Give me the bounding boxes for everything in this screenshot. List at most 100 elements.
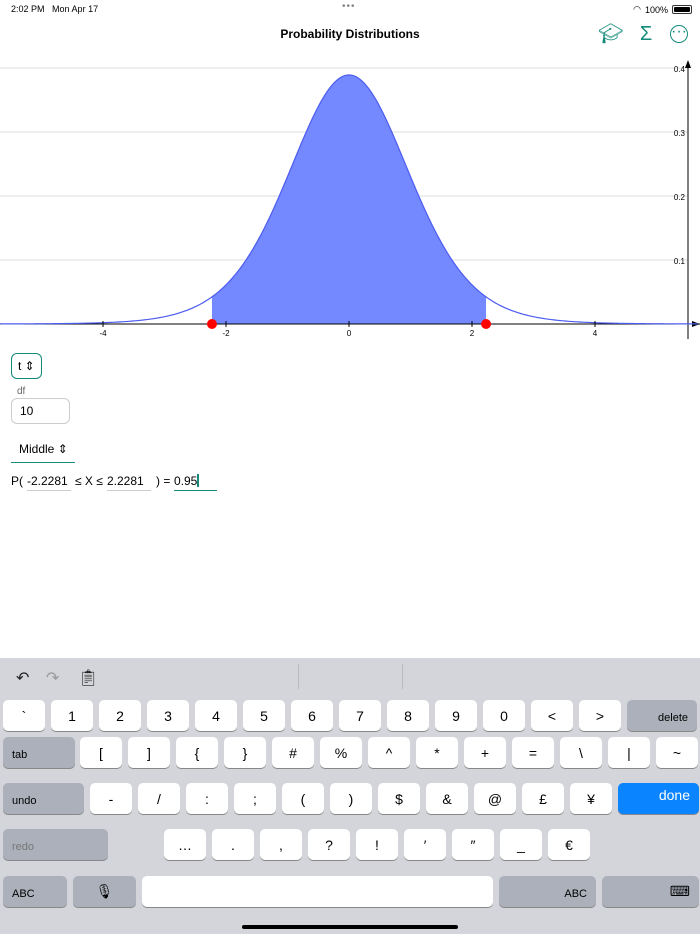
key-10[interactable]: £ bbox=[522, 783, 564, 814]
key-8[interactable]: & bbox=[426, 783, 468, 814]
upper-bound-input[interactable]: 2.2281 bbox=[107, 474, 151, 491]
key-3[interactable]: , bbox=[260, 829, 302, 860]
key-7[interactable]: $ bbox=[378, 783, 420, 814]
bound-handle[interactable] bbox=[481, 319, 492, 329]
probability-input[interactable]: 0.95 bbox=[174, 474, 217, 491]
y-axis-arrow bbox=[685, 60, 691, 68]
df-label: df bbox=[17, 386, 26, 397]
key-3[interactable]: { bbox=[176, 737, 218, 768]
abc-key[interactable]: ABC bbox=[3, 876, 67, 907]
paste-icon[interactable]: 📋︎ bbox=[78, 668, 98, 688]
key-6[interactable]: ′ bbox=[404, 829, 446, 860]
graduation-cap-icon[interactable]: 🎓︎ bbox=[598, 22, 623, 46]
y-tick-label: 0.1 bbox=[674, 257, 686, 266]
key-12[interactable]: | bbox=[608, 737, 650, 768]
key-6[interactable]: ) bbox=[330, 783, 372, 814]
key-9[interactable]: € bbox=[548, 829, 590, 860]
y-tick-label: 0.2 bbox=[674, 193, 686, 202]
key-6[interactable]: % bbox=[320, 737, 362, 768]
undo-icon[interactable]: ↶ bbox=[16, 668, 29, 688]
key-4[interactable]: ? bbox=[308, 829, 350, 860]
key-7[interactable]: 7 bbox=[339, 700, 381, 731]
key-8[interactable]: _ bbox=[500, 829, 542, 860]
abc-key[interactable]: ABC bbox=[499, 876, 596, 907]
redo-icon[interactable]: ↷ bbox=[46, 668, 59, 688]
key-9[interactable]: 9 bbox=[435, 700, 477, 731]
done-key[interactable]: done bbox=[618, 783, 699, 814]
key-11[interactable]: ¥ bbox=[570, 783, 612, 814]
key-5[interactable]: # bbox=[272, 737, 314, 768]
key-7[interactable]: ″ bbox=[452, 829, 494, 860]
key-0[interactable]: ` bbox=[3, 700, 45, 731]
distribution-chart[interactable]: 0.1 0.2 0.3 0.4 -4 -2 0 2 4 bbox=[0, 56, 700, 346]
page-title: Probability Distributions bbox=[280, 27, 420, 41]
bound-handle[interactable] bbox=[206, 319, 217, 329]
redo-key[interactable]: redo bbox=[3, 829, 108, 860]
key-12[interactable]: > bbox=[579, 700, 621, 731]
x-range-text: ≤ X ≤ bbox=[75, 474, 103, 488]
key-11[interactable]: < bbox=[531, 700, 573, 731]
key-3[interactable]: 3 bbox=[147, 700, 189, 731]
x-tick-label: -2 bbox=[222, 329, 230, 338]
battery-icon bbox=[672, 5, 692, 14]
df-input[interactable]: 10 bbox=[11, 398, 70, 424]
distribution-select[interactable]: t ⇕ bbox=[11, 353, 42, 379]
key-7[interactable]: ^ bbox=[368, 737, 410, 768]
y-tick-label: 0.3 bbox=[674, 129, 686, 138]
key-13[interactable]: ~ bbox=[656, 737, 698, 768]
key-1[interactable]: 1 bbox=[51, 700, 93, 731]
undo-key[interactable]: undo bbox=[3, 783, 84, 814]
microphone-icon[interactable]: 🎙 bbox=[73, 876, 136, 907]
key-2[interactable]: 2 bbox=[99, 700, 141, 731]
key-2[interactable]: / bbox=[138, 783, 180, 814]
p-suffix: ) = bbox=[156, 474, 171, 488]
key-4[interactable]: } bbox=[224, 737, 266, 768]
wifi-icon: ◠ bbox=[633, 4, 641, 14]
status-bar: 2:02 PM Mon Apr 17 ••• ◠ 100% bbox=[0, 0, 700, 18]
keyboard: ↶ ↷ 📋︎ ` 1 2 3 4 5 6 7 8 9 0 < > delete tab[]{} #% ^ * + = \… bbox=[0, 658, 700, 934]
p-prefix: P( bbox=[11, 474, 23, 488]
battery-percent: 100% bbox=[644, 4, 668, 15]
keyboard-row: undo - /:;() $ & @ £ ¥ done bbox=[3, 783, 699, 814]
status-time: 2:02 PM Mon Apr 17 bbox=[11, 4, 99, 14]
more-icon[interactable]: ··· bbox=[670, 24, 688, 43]
key-5[interactable]: 5 bbox=[243, 700, 285, 731]
key-5[interactable]: ( bbox=[282, 783, 324, 814]
y-tick-label: 0.4 bbox=[674, 65, 686, 74]
delete-key[interactable]: delete bbox=[627, 700, 697, 731]
x-tick-label: 2 bbox=[470, 329, 475, 338]
key-9[interactable]: @ bbox=[474, 783, 516, 814]
key-1[interactable]: [ bbox=[80, 737, 122, 768]
x-tick-label: 4 bbox=[593, 329, 598, 338]
key-10[interactable]: = bbox=[512, 737, 554, 768]
key-2[interactable]: ] bbox=[128, 737, 170, 768]
key-5[interactable]: ! bbox=[356, 829, 398, 860]
key-1[interactable]: … bbox=[164, 829, 206, 860]
key-2[interactable]: . bbox=[212, 829, 254, 860]
key-3[interactable]: : bbox=[186, 783, 228, 814]
key-10[interactable]: 0 bbox=[483, 700, 525, 731]
space-key[interactable] bbox=[142, 876, 493, 907]
region-select[interactable]: Middle ⇕ bbox=[11, 440, 75, 463]
key-6[interactable]: 6 bbox=[291, 700, 333, 731]
tab-key[interactable]: tab bbox=[3, 737, 75, 768]
lower-bound-input[interactable]: -2.2281 bbox=[27, 474, 71, 491]
key-4[interactable]: ; bbox=[234, 783, 276, 814]
sigma-icon[interactable]: Σ bbox=[634, 22, 658, 46]
key-8[interactable]: * bbox=[416, 737, 458, 768]
keyboard-row: ` 1 2 3 4 5 6 7 8 9 0 < > delete bbox=[3, 700, 697, 731]
x-tick-label: -4 bbox=[99, 329, 107, 338]
multitask-dots[interactable]: ••• bbox=[342, 1, 356, 12]
keyboard-row: redo ….,?! ′ ″ _ € bbox=[3, 829, 590, 860]
key-11[interactable]: \ bbox=[560, 737, 602, 768]
key-1[interactable]: - bbox=[90, 783, 132, 814]
key-9[interactable]: + bbox=[464, 737, 506, 768]
shaded-area bbox=[211, 74, 487, 325]
key-8[interactable]: 8 bbox=[387, 700, 429, 731]
key-4[interactable]: 4 bbox=[195, 700, 237, 731]
home-indicator bbox=[242, 925, 458, 929]
x-tick-label: 0 bbox=[347, 329, 352, 338]
keyboard-row: tab[]{} #% ^ * + = \ | ~ bbox=[3, 737, 698, 768]
keyboard-row: ABC 🎙 ABC ⌨ bbox=[3, 876, 699, 907]
keyboard-dismiss-icon[interactable]: ⌨ bbox=[602, 876, 699, 907]
